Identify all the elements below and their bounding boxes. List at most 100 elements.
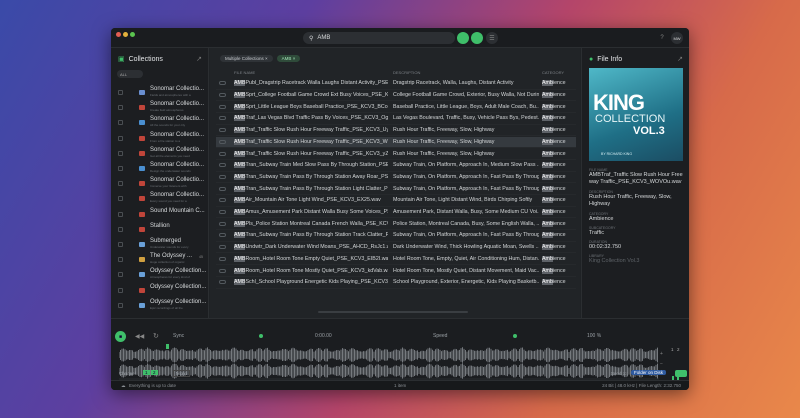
collection-checkbox[interactable] xyxy=(118,120,123,126)
horizontal-scrollbar[interactable] xyxy=(318,311,468,313)
play-icon[interactable] xyxy=(219,280,226,285)
collection-item[interactable]: The Odyssey ... Huge collection of organ… xyxy=(111,252,209,267)
channel-2-button[interactable]: 2 xyxy=(151,370,158,375)
play-icon[interactable] xyxy=(219,139,226,144)
play-icon[interactable] xyxy=(219,256,226,261)
collection-item[interactable]: Sound Mountain C... xyxy=(111,207,209,222)
table-row[interactable]: AMBPubl_Dragstrip Racetrack Walla Laughs… xyxy=(216,78,576,90)
collection-checkbox[interactable] xyxy=(118,150,123,156)
document-icon[interactable]: ☰ xyxy=(486,32,498,44)
play-icon[interactable] xyxy=(219,128,226,133)
play-icon[interactable] xyxy=(219,151,226,156)
play-icon[interactable] xyxy=(219,233,226,238)
play-icon[interactable] xyxy=(219,268,226,273)
table-row[interactable]: AMBTraf_Las Vegas Blvd Traffic Pass By V… xyxy=(216,113,576,125)
col-file-name[interactable]: FILE NAME xyxy=(234,70,255,75)
search-input[interactable]: ⚲ AMB xyxy=(303,32,455,44)
collection-checkbox[interactable] xyxy=(118,242,123,247)
zoom-window-button[interactable] xyxy=(130,32,135,37)
collection-item[interactable]: Sonomar Collectio... Design the underwat… xyxy=(111,161,209,176)
table-row[interactable]: AMBAir_Mountain Air Tone Light Wind_PSE_… xyxy=(216,195,576,207)
play-icon[interactable] xyxy=(219,81,226,86)
table-row[interactable]: AMBRoom_Hotel Room Tone Empty Quiet_PSE_… xyxy=(216,254,576,266)
collection-item[interactable]: Sonomar Collectio... Every sound you nee… xyxy=(111,191,209,206)
help-icon[interactable]: ? xyxy=(656,32,668,44)
table-row[interactable]: AMBTran_Subway Train Pass By Through Sta… xyxy=(216,183,576,195)
collection-checkbox[interactable] xyxy=(118,226,123,232)
send-button[interactable] xyxy=(675,370,687,377)
play-icon[interactable] xyxy=(219,198,226,203)
expand-icon[interactable]: ↗ xyxy=(196,55,202,63)
match-highlight: Amb xyxy=(542,185,553,192)
sync-label[interactable]: Sync xyxy=(173,333,184,339)
play-button[interactable]: ■ xyxy=(115,331,126,342)
table-row[interactable]: AMBTraf_Traffic Slow Rush Hour Freeway T… xyxy=(216,136,576,149)
collection-checkbox[interactable] xyxy=(118,135,123,141)
sync-button[interactable] xyxy=(471,32,483,44)
description-cell: Dragstrip Racetrack, Walla, Laughs, Dist… xyxy=(393,80,514,87)
zoom-out-icon[interactable]: − xyxy=(660,361,663,367)
collection-item[interactable]: Submerged Underwater sounds for every xyxy=(111,237,209,252)
play-icon[interactable] xyxy=(219,174,226,179)
collection-checkbox[interactable] xyxy=(118,90,123,95)
play-icon[interactable] xyxy=(219,210,226,215)
chip-amb[interactable]: AMB × xyxy=(276,55,301,62)
chip-multiple-collections[interactable]: Multiple Collections × xyxy=(220,55,273,62)
col-description[interactable]: DESCRIPTION xyxy=(393,70,420,75)
loop-icon[interactable]: ↻ xyxy=(153,332,159,340)
play-icon[interactable] xyxy=(219,186,226,191)
volume-slider-knob[interactable] xyxy=(259,334,263,338)
collection-checkbox[interactable] xyxy=(118,302,123,308)
collection-item[interactable]: Stallion xyxy=(111,222,209,237)
send-destination-select[interactable]: Folder on Disk xyxy=(631,370,667,375)
close-window-button[interactable] xyxy=(116,32,121,37)
collection-checkbox[interactable] xyxy=(118,287,123,293)
table-row[interactable]: AMBTran_Subway Train Pass By Through Sta… xyxy=(216,230,576,242)
play-icon[interactable] xyxy=(219,221,226,226)
play-icon[interactable] xyxy=(219,104,226,109)
collection-item[interactable]: Sonomar Collectio... Immerse your listen… xyxy=(111,176,209,191)
table-row[interactable]: AMBTran_Subway Train Med Slow Pass By Th… xyxy=(216,160,576,172)
channel-1-button[interactable]: 1 xyxy=(143,370,150,375)
filter-button[interactable] xyxy=(457,32,469,44)
collection-item[interactable]: Sonomar Collectio... All the sounds for … xyxy=(111,115,209,130)
table-row[interactable]: AMBRoom_Hotel Room Tone Mostly Quiet_PSE… xyxy=(216,265,576,277)
minimize-window-button[interactable] xyxy=(123,32,128,37)
collection-item[interactable]: Sonomar Collectio... From a fire station… xyxy=(111,131,209,146)
table-row[interactable]: AMBTran_Subway Train Pass By Through Sta… xyxy=(216,172,576,184)
table-row[interactable]: AMBTraf_Traffic Slow Rush Hour Freeway T… xyxy=(216,125,576,137)
collection-checkbox[interactable] xyxy=(118,272,123,278)
play-icon[interactable] xyxy=(219,163,226,168)
collection-checkbox[interactable] xyxy=(118,196,123,202)
collection-checkbox[interactable] xyxy=(118,257,123,263)
collection-checkbox[interactable] xyxy=(118,105,123,111)
collection-item[interactable]: Odyssey Collection... xyxy=(111,283,209,298)
rewind-icon[interactable]: ◀◀ xyxy=(135,333,144,340)
speed-slider-knob[interactable] xyxy=(513,334,517,338)
table-row[interactable]: AMBTraf_Traffic Slow Rush Hour Freeway T… xyxy=(216,148,576,160)
col-category[interactable]: CATEGORY xyxy=(542,70,564,75)
collection-item[interactable]: Sonomar Collectio... Create field atmosp… xyxy=(111,100,209,115)
play-icon[interactable] xyxy=(219,245,226,250)
collection-checkbox[interactable] xyxy=(118,181,123,187)
avatar[interactable]: MW xyxy=(671,32,683,44)
collection-checkbox[interactable] xyxy=(118,211,123,217)
play-icon[interactable] xyxy=(219,93,226,98)
play-icon[interactable] xyxy=(219,116,226,121)
collection-item[interactable]: Sonomar Collectio... Fields and atmosphe… xyxy=(111,85,209,100)
collection-item[interactable]: Odyssey Collection... Epic recordings of… xyxy=(111,298,209,313)
zoom-in-icon[interactable]: + xyxy=(660,351,663,357)
expand-icon[interactable]: ↗ xyxy=(677,55,683,63)
collection-checkbox[interactable] xyxy=(118,166,123,171)
playhead-marker[interactable] xyxy=(166,344,169,349)
collection-item[interactable]: Odyssey Collection... Atmospheres for ev… xyxy=(111,267,209,282)
table-row[interactable]: AMBSchl_School Playground Energetic Kids… xyxy=(216,277,576,289)
table-row[interactable]: AMBSprt_Little League Boys Baseball Prac… xyxy=(216,101,576,114)
table-row[interactable]: AMBAmus_Amusement Park Distant Walla Bus… xyxy=(216,207,576,219)
table-row[interactable]: AMBSprt_College Football Game Crowd Ext … xyxy=(216,90,576,102)
collection-item[interactable]: Sonomar Collectio... Get all the element… xyxy=(111,146,209,161)
table-row[interactable]: AMBUndwtr_Dark Underwater Wind Moans_PSE… xyxy=(216,242,576,254)
mono-button[interactable]: Mono xyxy=(173,370,191,377)
collections-filter[interactable]: ALL xyxy=(117,70,143,78)
table-row[interactable]: AMBPls_Police Station Montreal Canada Fr… xyxy=(216,218,576,231)
